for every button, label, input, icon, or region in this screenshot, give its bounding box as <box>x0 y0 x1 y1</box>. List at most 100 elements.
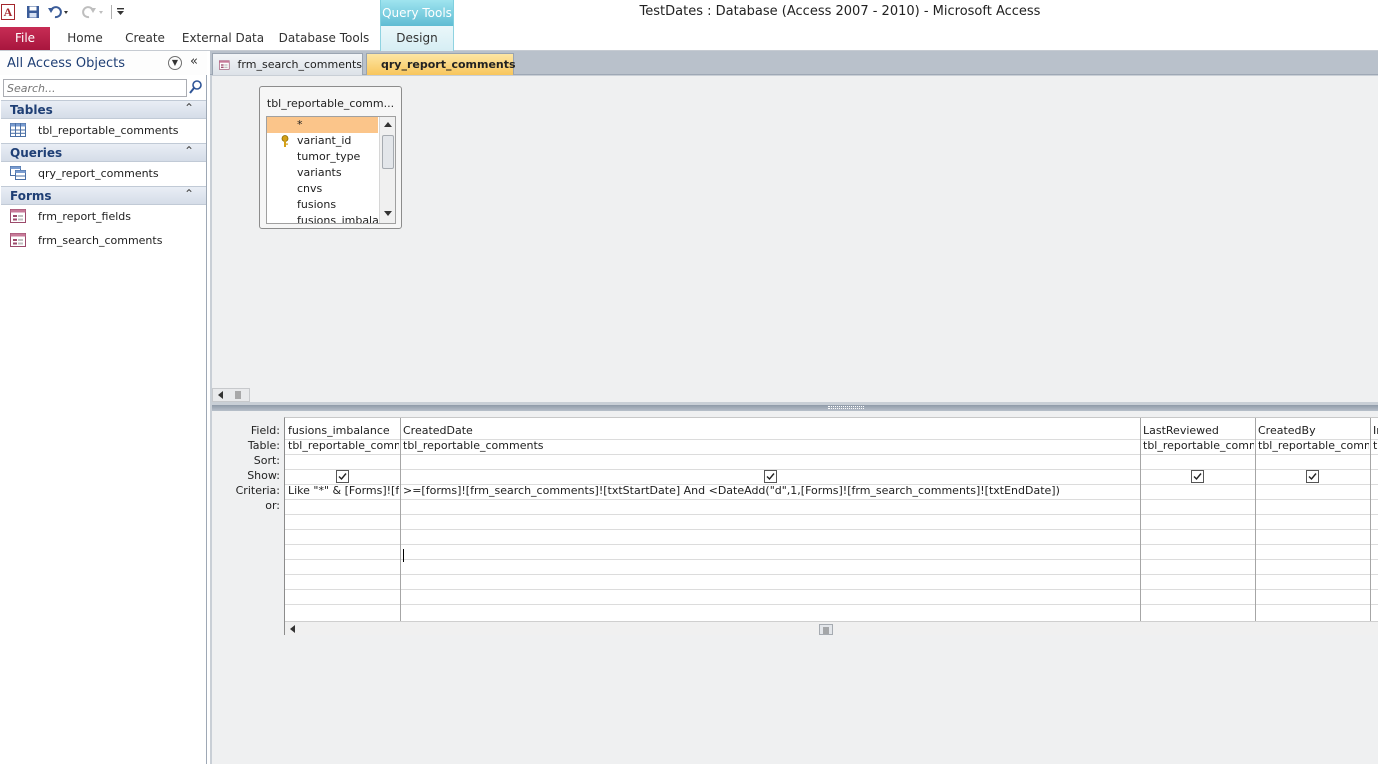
design-grid-hscroll[interactable] <box>285 621 1378 635</box>
column-separator[interactable] <box>1370 418 1371 621</box>
grid-table-cell[interactable]: tbl_reportable_comments <box>288 439 399 453</box>
nav-item-frm-search-comments[interactable]: frm_search_comments <box>10 230 200 250</box>
form-icon <box>10 209 26 223</box>
customize-toolbar-icon[interactable] <box>114 3 126 21</box>
nav-item-tbl-reportable-comments[interactable]: tbl_reportable_comments <box>10 120 200 140</box>
form-icon <box>10 233 26 247</box>
document-area: frm_search_comments qry_report_comments … <box>210 51 1378 764</box>
show-checkbox[interactable] <box>336 470 349 483</box>
grid-field-cell[interactable]: fusions_imbalance <box>288 424 399 438</box>
window-title: TestDates : Database (Access 2007 - 2010… <box>639 4 1041 19</box>
grid-line <box>285 514 1378 515</box>
row-label-or: or: <box>265 499 280 512</box>
tab-file[interactable]: File <box>0 27 50 50</box>
field-list-item[interactable]: fusions_imbalance <box>267 213 378 223</box>
tab-database-tools[interactable]: Database Tools <box>276 27 372 50</box>
access-app-icon[interactable]: A <box>1 4 15 20</box>
show-checkbox[interactable] <box>1191 470 1204 483</box>
nav-pane-collapse-icon[interactable]: « <box>190 54 198 69</box>
scroll-left-icon[interactable] <box>288 624 298 634</box>
tab-external-data[interactable]: External Data <box>180 27 266 50</box>
grid-field-cell[interactable]: LastReviewed <box>1143 424 1254 438</box>
scroll-thumb[interactable] <box>819 624 833 635</box>
collapse-group-icon[interactable]: ⌃ <box>184 144 194 158</box>
grid-table-cell[interactable]: tbl_reportable_comments <box>1143 439 1254 453</box>
table-pane-hscroll[interactable] <box>212 388 250 402</box>
grid-line <box>285 589 1378 590</box>
check-icon <box>338 473 347 481</box>
primary-key-icon <box>281 135 289 147</box>
grid-line <box>285 454 1378 455</box>
nav-search-input[interactable] <box>3 79 187 97</box>
grid-line <box>285 529 1378 530</box>
nav-pane-menu-icon[interactable]: ▼ <box>168 56 182 70</box>
grid-field-cell[interactable]: CreatedDate <box>403 424 1138 438</box>
collapse-group-icon[interactable]: ⌃ <box>184 101 194 115</box>
nav-group-forms[interactable]: Forms ⌃ <box>1 186 206 205</box>
doc-tab-label: qry_report_comments <box>381 58 516 71</box>
nav-group-label: Queries <box>10 146 63 160</box>
row-label-field: Field: <box>250 424 280 437</box>
save-icon[interactable] <box>24 3 42 21</box>
search-icon[interactable] <box>188 78 204 96</box>
nav-group-queries[interactable]: Queries ⌃ <box>1 143 206 162</box>
nav-group-tables[interactable]: Tables ⌃ <box>1 100 206 119</box>
form-icon <box>219 59 230 70</box>
show-checkbox[interactable] <box>1306 470 1319 483</box>
field-list-item[interactable]: tumor_type <box>267 149 378 165</box>
field-list-scrollbar[interactable] <box>379 117 395 223</box>
scroll-left-icon[interactable] <box>216 390 226 400</box>
field-list[interactable]: * variant_id tumor_type variants cnvs fu… <box>266 116 396 224</box>
grid-table-cell[interactable]: tbl_reportable_comments <box>403 439 1138 453</box>
table-box-title[interactable]: tbl_reportable_comm... <box>260 97 401 110</box>
column-separator[interactable] <box>1255 418 1256 621</box>
scroll-thumb[interactable] <box>382 135 394 169</box>
scroll-thumb-grip-icon[interactable] <box>233 390 243 400</box>
grid-table-cell[interactable]: tbl_reportable_comments <box>1258 439 1369 453</box>
design-grid[interactable]: fusions_imbalance tbl_reportable_comment… <box>284 417 1378 635</box>
grid-field-cell[interactable]: CreatedBy <box>1258 424 1369 438</box>
table-field-list-box[interactable]: tbl_reportable_comm... * variant_id tumo… <box>259 86 402 229</box>
grid-line <box>285 469 1378 470</box>
text-cursor <box>403 549 404 562</box>
show-checkbox[interactable] <box>764 470 777 483</box>
undo-icon[interactable] <box>46 3 70 21</box>
tab-home[interactable]: Home <box>58 27 112 50</box>
check-icon <box>1308 473 1317 481</box>
nav-item-frm-report-fields[interactable]: frm_report_fields <box>10 206 200 226</box>
doc-tab-qry-report-comments[interactable]: qry_report_comments <box>366 53 516 75</box>
column-separator[interactable] <box>400 418 401 621</box>
field-list-item[interactable]: cnvs <box>267 181 378 197</box>
row-label-sort: Sort: <box>253 454 280 467</box>
grid-line <box>285 574 1378 575</box>
scroll-thumb-grip-icon <box>823 627 829 634</box>
nav-item-qry-report-comments[interactable]: qry_report_comments <box>10 163 200 183</box>
scroll-down-icon[interactable] <box>382 207 394 219</box>
grid-line <box>285 604 1378 605</box>
tab-create[interactable]: Create <box>118 27 172 50</box>
nav-item-label: tbl_reportable_comments <box>38 123 179 137</box>
query-table-pane[interactable]: tbl_reportable_comm... * variant_id tumo… <box>212 76 1378 402</box>
grid-criteria-cell[interactable]: Like "*" & [Forms]![frm_search_comments] <box>288 484 399 498</box>
navigation-pane: All Access Objects ▼ « Tables ⌃ tbl_repo… <box>0 51 207 764</box>
check-icon <box>1193 473 1202 481</box>
field-list-item[interactable]: variants <box>267 165 378 181</box>
nav-pane-title[interactable]: All Access Objects <box>7 56 125 71</box>
check-icon <box>766 473 775 481</box>
redo-icon[interactable] <box>78 3 106 21</box>
nav-item-label: frm_report_fields <box>38 209 131 223</box>
query-design-grid-pane: Field: Table: Sort: Show: Criteria: or: <box>212 411 1378 764</box>
grid-field-cell[interactable]: Ir <box>1373 424 1378 438</box>
row-label-show: Show: <box>247 469 280 482</box>
doc-tab-frm-search-comments[interactable]: frm_search_comments <box>212 53 363 75</box>
collapse-group-icon[interactable]: ⌃ <box>184 187 194 201</box>
field-list-item[interactable]: fusions <box>267 197 378 213</box>
field-list-item[interactable]: * <box>267 117 378 133</box>
column-separator[interactable] <box>1140 418 1141 621</box>
tab-design[interactable]: Design <box>380 27 454 50</box>
grid-line <box>285 544 1378 545</box>
scroll-up-icon[interactable] <box>382 119 394 131</box>
grid-table-cell[interactable]: tb <box>1373 439 1378 453</box>
splitter-grip[interactable] <box>828 406 864 409</box>
grid-criteria-cell[interactable]: >=[forms]![frm_search_comments]![txtStar… <box>403 484 1138 498</box>
